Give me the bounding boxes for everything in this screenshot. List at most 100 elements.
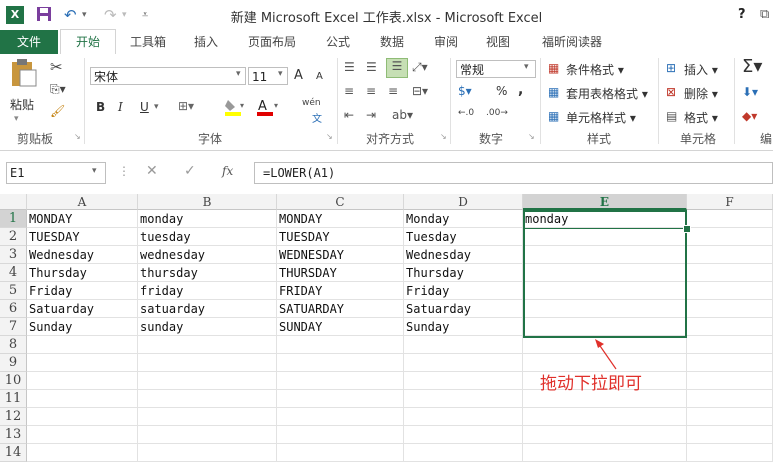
table-cell[interactable]: Satuarday: [404, 300, 523, 318]
table-cell[interactable]: WEDNESDAY: [277, 246, 404, 264]
table-cell[interactable]: [687, 354, 773, 372]
table-cell[interactable]: Satuarday: [27, 300, 138, 318]
decrease-indent-icon[interactable]: ⇤: [344, 108, 354, 122]
conditional-format-button[interactable]: 条件格式 ▾: [566, 61, 624, 78]
table-cell[interactable]: Sunday: [404, 318, 523, 336]
table-cell[interactable]: [523, 318, 687, 336]
align-center-icon[interactable]: ≡: [366, 84, 376, 98]
row-header[interactable]: 8: [0, 336, 27, 354]
alignment-launcher-icon[interactable]: ↘: [440, 132, 447, 141]
font-name-select[interactable]: 宋体: [90, 67, 246, 85]
row-header[interactable]: 13: [0, 426, 27, 444]
column-header[interactable]: F: [687, 194, 773, 210]
table-cell[interactable]: [687, 444, 773, 462]
font-launcher-icon[interactable]: ↘: [326, 132, 333, 141]
tab-insert[interactable]: 插入: [184, 30, 228, 54]
row-header[interactable]: 1: [0, 210, 27, 228]
table-cell[interactable]: [404, 390, 523, 408]
delete-cells-button[interactable]: 删除 ▾: [684, 85, 718, 102]
table-cell[interactable]: [27, 426, 138, 444]
table-cell[interactable]: [138, 426, 277, 444]
table-cell[interactable]: [27, 372, 138, 390]
table-cell[interactable]: [27, 336, 138, 354]
table-cell[interactable]: Friday: [404, 282, 523, 300]
table-cell[interactable]: friday: [138, 282, 277, 300]
table-cell[interactable]: [138, 354, 277, 372]
orientation-icon[interactable]: ⤢▾: [412, 60, 428, 75]
column-header[interactable]: D: [404, 194, 523, 210]
column-header[interactable]: B: [138, 194, 277, 210]
tab-foxit-reader[interactable]: 福昕阅读器: [532, 30, 612, 54]
cancel-icon[interactable]: ✕: [146, 163, 158, 179]
table-cell[interactable]: [138, 444, 277, 462]
table-cell[interactable]: [687, 282, 773, 300]
table-cell[interactable]: [687, 210, 773, 228]
table-cell[interactable]: SATUARDAY: [277, 300, 404, 318]
column-header[interactable]: A: [27, 194, 138, 210]
table-cell[interactable]: FRIDAY: [277, 282, 404, 300]
table-cell[interactable]: [277, 390, 404, 408]
comma-button[interactable]: ,: [518, 82, 523, 98]
table-cell[interactable]: [277, 372, 404, 390]
format-cells-button[interactable]: 格式 ▾: [684, 109, 718, 126]
table-cell[interactable]: Thursday: [404, 264, 523, 282]
grow-font-button[interactable]: A: [294, 68, 303, 83]
table-cell[interactable]: Sunday: [27, 318, 138, 336]
table-cell[interactable]: [687, 300, 773, 318]
table-cell[interactable]: thursday: [138, 264, 277, 282]
table-cell[interactable]: Wednesday: [404, 246, 523, 264]
table-cell[interactable]: satuarday: [138, 300, 277, 318]
tab-formulas[interactable]: 公式: [316, 30, 360, 54]
bold-button[interactable]: B: [96, 100, 105, 114]
help-button[interactable]: ?: [738, 6, 746, 24]
table-cell[interactable]: sunday: [138, 318, 277, 336]
increase-indent-icon[interactable]: ⇥: [366, 108, 376, 122]
format-painter-icon[interactable]: 🖌: [50, 104, 65, 118]
table-cell[interactable]: [277, 408, 404, 426]
table-cell[interactable]: Friday: [27, 282, 138, 300]
table-cell[interactable]: [523, 444, 687, 462]
row-header[interactable]: 3: [0, 246, 27, 264]
autosum-icon[interactable]: Σ▾: [742, 56, 762, 77]
shrink-font-button[interactable]: A: [316, 71, 323, 82]
table-cell[interactable]: [404, 426, 523, 444]
formula-input[interactable]: =LOWER(A1): [254, 162, 773, 184]
row-header[interactable]: 11: [0, 390, 27, 408]
table-cell[interactable]: [138, 336, 277, 354]
table-cell[interactable]: MONDAY: [277, 210, 404, 228]
row-header[interactable]: 12: [0, 408, 27, 426]
table-cell[interactable]: wednesday: [138, 246, 277, 264]
table-cell[interactable]: [523, 408, 687, 426]
table-cell[interactable]: Tuesday: [404, 228, 523, 246]
paste-icon[interactable]: [8, 58, 38, 91]
number-format-dropdown-icon[interactable]: ▾: [524, 62, 529, 72]
table-cell[interactable]: [27, 354, 138, 372]
table-cell[interactable]: TUESDAY: [277, 228, 404, 246]
align-middle-icon[interactable]: ☰: [366, 60, 377, 74]
table-cell[interactable]: THURSDAY: [277, 264, 404, 282]
underline-button[interactable]: U: [140, 100, 149, 114]
table-cell[interactable]: [27, 390, 138, 408]
table-cell[interactable]: [277, 336, 404, 354]
underline-dropdown-icon[interactable]: ▾: [154, 102, 159, 112]
table-cell[interactable]: [687, 426, 773, 444]
format-as-table-button[interactable]: 套用表格格式 ▾: [566, 85, 648, 102]
phonetic-button[interactable]: wén: [302, 98, 321, 108]
table-cell[interactable]: [27, 408, 138, 426]
align-bottom-icon[interactable]: ☰: [386, 58, 408, 78]
font-size-dropdown-icon[interactable]: ▾: [278, 69, 283, 79]
table-cell[interactable]: MONDAY: [27, 210, 138, 228]
decrease-decimal-icon[interactable]: .00→: [486, 108, 508, 118]
row-header[interactable]: 9: [0, 354, 27, 372]
table-cell[interactable]: [523, 282, 687, 300]
table-cell[interactable]: [687, 264, 773, 282]
tab-data[interactable]: 数据: [370, 30, 414, 54]
table-cell[interactable]: [404, 336, 523, 354]
tab-home[interactable]: 开始: [60, 29, 116, 56]
table-cell[interactable]: [687, 336, 773, 354]
table-cell[interactable]: monday: [523, 210, 687, 228]
row-header[interactable]: 5: [0, 282, 27, 300]
row-header[interactable]: 7: [0, 318, 27, 336]
table-cell[interactable]: [523, 264, 687, 282]
font-color-icon[interactable]: A ▾: [256, 98, 280, 119]
